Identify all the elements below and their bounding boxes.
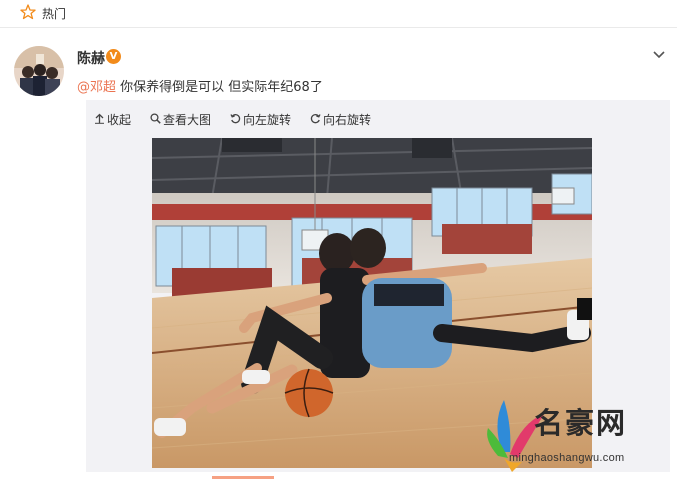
rotate-left-label: 向左旋转 [243,113,292,127]
rotate-right-label: 向右旋转 [323,113,372,127]
author-name[interactable]: 陈赫 [77,48,105,68]
post-text: @邓超 你保养得倒是可以 但实际年纪68了 [77,76,323,95]
watermark-title: 名豪网 [534,406,628,440]
top-bar: 热门 [0,0,677,28]
chevron-down-icon[interactable] [652,50,666,60]
rotate-left-icon [230,114,241,124]
post-body: 你保养得倒是可以 但实际年纪68了 [116,80,323,95]
verified-badge-label: V [109,51,118,62]
hot-tab-label[interactable]: 热门 [42,5,66,22]
collapse-label: 收起 [107,113,132,127]
watermark-url: minghaoshangwu.com [509,452,625,464]
magnifier-icon [150,113,161,124]
arrow-up-icon [95,113,104,124]
star-icon[interactable] [20,4,36,20]
mention-link[interactable]: @邓超 [77,80,116,95]
verified-badge-icon: V [106,49,121,64]
rotate-right-icon [310,114,321,124]
avatar[interactable] [14,46,64,96]
view-large-label: 查看大图 [163,113,212,127]
